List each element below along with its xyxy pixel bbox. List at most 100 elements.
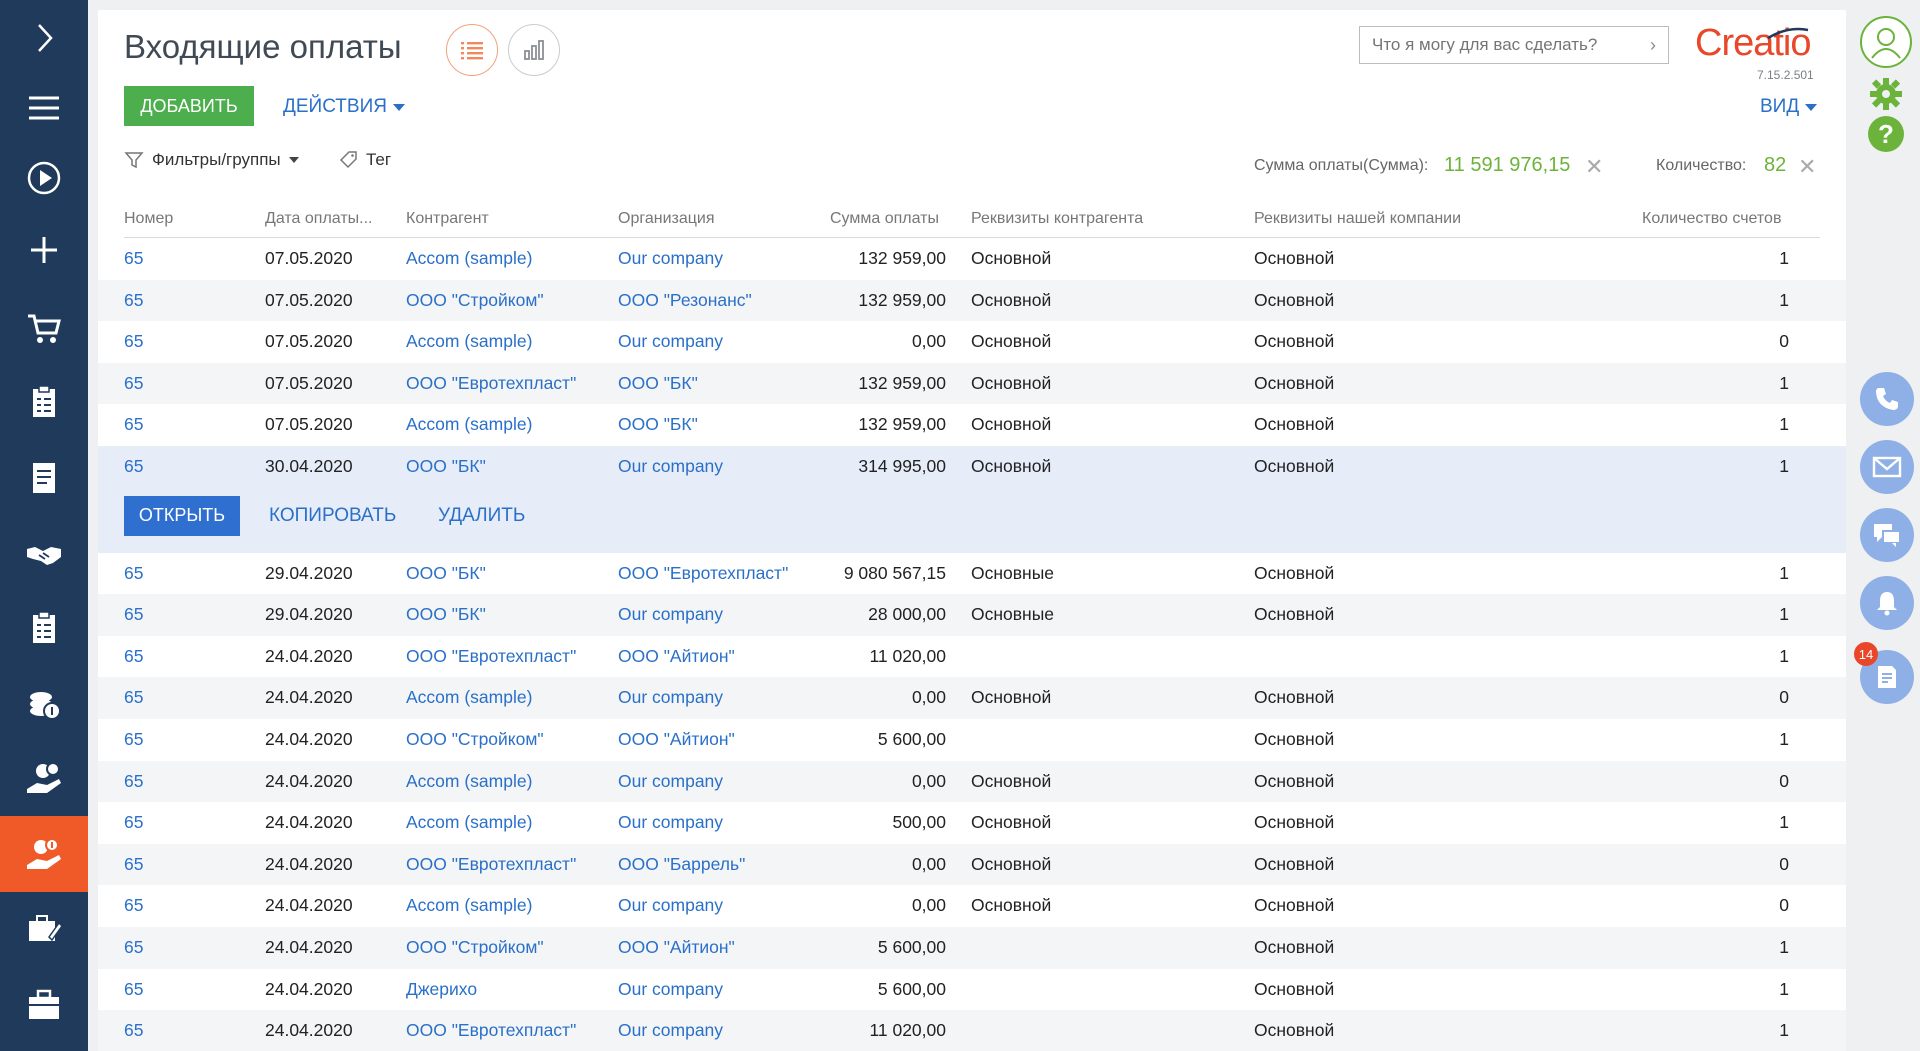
delete-button[interactable]: УДАЛИТЬ (438, 505, 525, 527)
tag-button[interactable]: Тег (338, 150, 391, 170)
number-cell[interactable]: 65 (124, 290, 143, 311)
contractor-link[interactable]: ООО "Стройком" (406, 290, 544, 311)
organization-link[interactable]: ООО "БК" (618, 373, 698, 394)
nav-contracts[interactable] (0, 516, 88, 592)
nav-invoices[interactable] (0, 666, 88, 742)
organization-link[interactable]: ООО "Баррель" (618, 854, 745, 875)
number-cell[interactable]: 65 (124, 456, 143, 477)
column-header[interactable]: Реквизиты контрагента (971, 210, 1143, 228)
expand-menu-button[interactable] (0, 0, 88, 76)
table-row[interactable]: 65 24.04.2020 Accom (sample) Our company 0,0… (98, 885, 1846, 927)
column-header[interactable]: Реквизиты нашей компании (1254, 210, 1461, 228)
organization-link[interactable]: ООО "Евротехпласт" (618, 563, 788, 584)
organization-link[interactable]: ООО "Айтион" (618, 646, 735, 667)
main-menu-button[interactable] (0, 70, 88, 146)
table-row[interactable]: 65 24.04.2020 ООО "Стройком" ООО "Айтион" 5 … (98, 719, 1846, 761)
table-row[interactable]: 65 24.04.2020 ООО "Евротехпласт" Our compan… (98, 1010, 1846, 1051)
organization-link[interactable]: Our company (618, 812, 723, 833)
organization-link[interactable]: ООО "Айтион" (618, 937, 735, 958)
number-cell[interactable]: 65 (124, 937, 143, 958)
number-cell[interactable]: 65 (124, 771, 143, 792)
contractor-link[interactable]: ООО "БК" (406, 563, 486, 584)
column-header[interactable]: Сумма оплаты (830, 210, 939, 228)
profile-avatar[interactable] (1860, 16, 1912, 68)
organization-link[interactable]: Our company (618, 331, 723, 352)
table-row[interactable]: 65 24.04.2020 ООО "Евротехпласт" ООО "Барре… (98, 843, 1846, 886)
analytics-view-button[interactable] (508, 24, 560, 76)
number-cell[interactable]: 65 (124, 979, 143, 1000)
chat-button[interactable] (1860, 508, 1914, 562)
contractor-link[interactable]: Accom (sample) (406, 331, 532, 352)
organization-link[interactable]: ООО "Резонанс" (618, 290, 752, 311)
number-cell[interactable]: 65 (124, 414, 143, 435)
filters-groups-button[interactable]: Фильтры/группы (124, 150, 299, 170)
number-cell[interactable]: 65 (124, 812, 143, 833)
column-header[interactable]: Организация (618, 210, 715, 228)
column-header[interactable]: Контрагент (406, 210, 489, 228)
contractor-link[interactable]: Джерихо (406, 979, 477, 1000)
table-row[interactable]: 65 24.04.2020 ООО "Стройком" ООО "Айтион" 5 … (98, 926, 1846, 969)
column-header[interactable]: Дата оплаты... (265, 210, 372, 228)
table-row[interactable]: 65 30.04.2020 ООО "БК" Our company 314 995,0… (98, 445, 1846, 488)
number-cell[interactable]: 65 (124, 248, 143, 269)
view-menu-button[interactable]: ВИД (1760, 96, 1818, 118)
table-row[interactable]: 65 24.04.2020 Accom (sample) Our company 0,0… (98, 677, 1846, 719)
table-row[interactable]: 65 24.04.2020 Accom (sample) Our company 0,0… (98, 760, 1846, 803)
organization-link[interactable]: ООО "БК" (618, 414, 698, 435)
table-row[interactable]: 65 24.04.2020 Accom (sample) Our company 500… (98, 802, 1846, 844)
table-row[interactable]: 65 07.05.2020 ООО "Стройком" ООО "Резонанс"… (98, 279, 1846, 322)
column-header[interactable]: Номер (124, 210, 173, 228)
add-button-nav[interactable] (0, 212, 88, 288)
nav-incoming-payments[interactable] (0, 816, 88, 892)
phone-button[interactable] (1860, 372, 1914, 426)
table-row[interactable]: 65 07.05.2020 ООО "Евротехпласт" ООО "БК" 13… (98, 362, 1846, 405)
table-row[interactable]: 65 24.04.2020 Джерихо Our company 5 600,00 Ос… (98, 969, 1846, 1011)
number-cell[interactable]: 65 (124, 687, 143, 708)
number-cell[interactable]: 65 (124, 854, 143, 875)
organization-link[interactable]: Our company (618, 687, 723, 708)
table-row[interactable]: 65 07.05.2020 Accom (sample) Our company 132… (98, 238, 1846, 280)
process-button[interactable] (0, 140, 88, 216)
contractor-link[interactable]: Accom (sample) (406, 895, 532, 916)
number-cell[interactable]: 65 (124, 331, 143, 352)
contractor-link[interactable]: Accom (sample) (406, 248, 532, 269)
close-icon[interactable]: ✕ (1798, 154, 1816, 180)
nav-outgoing-payments[interactable] (0, 740, 88, 816)
contractor-link[interactable]: ООО "Евротехпласт" (406, 373, 576, 394)
nav-documents[interactable] (0, 440, 88, 516)
table-row[interactable]: 65 24.04.2020 ООО "Евротехпласт" ООО "Айтио… (98, 636, 1846, 678)
add-button[interactable]: ДОБАВИТЬ (124, 86, 254, 126)
open-button[interactable]: ОТКРЫТЬ (124, 495, 240, 536)
nav-cases[interactable] (0, 966, 88, 1042)
contractor-link[interactable]: ООО "Евротехпласт" (406, 646, 576, 667)
organization-link[interactable]: ООО "Айтион" (618, 729, 735, 750)
contractor-link[interactable]: Accom (sample) (406, 687, 532, 708)
list-view-button[interactable] (446, 24, 498, 76)
contractor-link[interactable]: ООО "Стройком" (406, 729, 544, 750)
email-button[interactable] (1860, 440, 1914, 494)
number-cell[interactable]: 65 (124, 604, 143, 625)
number-cell[interactable]: 65 (124, 646, 143, 667)
table-row[interactable]: 65 07.05.2020 Accom (sample) ООО "БК" 132 95… (98, 404, 1846, 446)
notifications-button[interactable] (1860, 576, 1914, 630)
table-row[interactable]: 65 07.05.2020 Accom (sample) Our company 0,0… (98, 321, 1846, 363)
contractor-link[interactable]: ООО "Евротехпласт" (406, 854, 576, 875)
command-line[interactable]: › (1359, 26, 1669, 64)
actions-menu-button[interactable]: ДЕЙСТВИЯ (283, 96, 405, 118)
organization-link[interactable]: Our company (618, 771, 723, 792)
copy-button[interactable]: КОПИРОВАТЬ (269, 505, 396, 527)
contractor-link[interactable]: Accom (sample) (406, 771, 532, 792)
number-cell[interactable]: 65 (124, 373, 143, 394)
contractor-link[interactable]: ООО "БК" (406, 604, 486, 625)
number-cell[interactable]: 65 (124, 895, 143, 916)
column-header[interactable]: Количество счетов (1642, 210, 1781, 228)
feed-button[interactable]: 14 (1854, 642, 1914, 704)
organization-link[interactable]: Our company (618, 895, 723, 916)
table-row[interactable]: 65 29.04.2020 ООО "БК" ООО "Евротехпласт" 9 … (98, 553, 1846, 595)
contractor-link[interactable]: ООО "Стройком" (406, 937, 544, 958)
table-row[interactable]: 65 29.04.2020 ООО "БК" Our company 28 000,00… (98, 594, 1846, 636)
contractor-link[interactable]: Accom (sample) (406, 414, 532, 435)
chevron-right-icon[interactable]: › (1650, 35, 1656, 56)
command-input[interactable] (1372, 35, 1632, 55)
nav-projects[interactable] (0, 590, 88, 666)
